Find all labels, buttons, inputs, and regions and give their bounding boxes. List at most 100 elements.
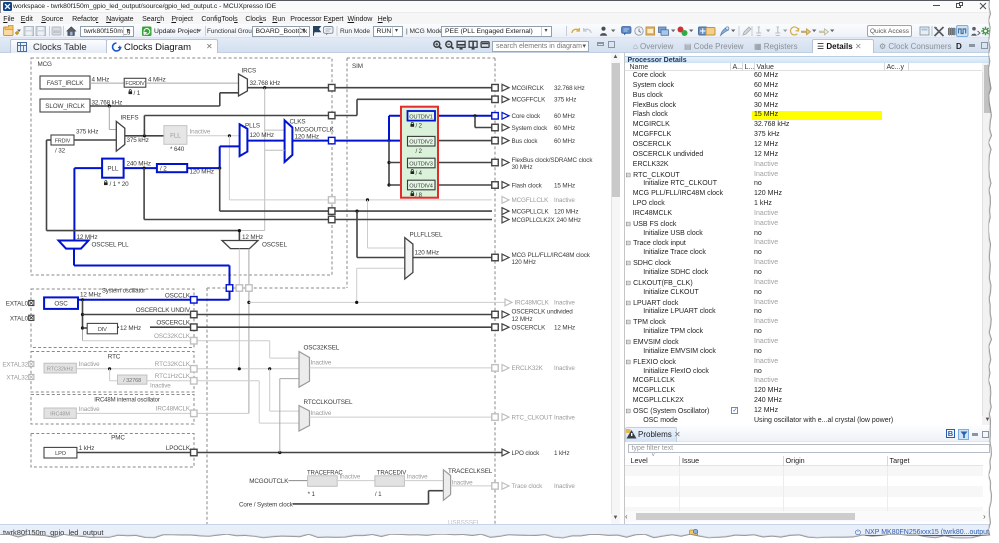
- svg-text:/ 32: / 32: [55, 148, 66, 155]
- svg-text:CLKS: CLKS: [290, 119, 306, 126]
- svg-text:OSC32KCLK: OSC32KCLK: [154, 333, 191, 340]
- svg-text:MCGFLLCLK: MCGFLLCLK: [512, 197, 550, 204]
- svg-text:/ 8: / 8: [416, 193, 423, 199]
- svg-text:XTAL0: XTAL0: [10, 315, 29, 322]
- svg-text:4 MHz: 4 MHz: [92, 77, 110, 84]
- svg-text:PLLFLLSEL: PLLFLLSEL: [410, 232, 443, 239]
- svg-text:RTCCLKOUTSEL: RTCCLKOUTSEL: [304, 399, 353, 406]
- svg-text:/ 4: / 4: [416, 171, 423, 177]
- svg-text:Inactive: Inactive: [311, 410, 332, 417]
- svg-text:15 MHz: 15 MHz: [554, 182, 575, 189]
- svg-text:OSCERCLK UNDIV: OSCERCLK UNDIV: [136, 307, 191, 314]
- svg-text:OUTDIV3: OUTDIV3: [409, 162, 432, 168]
- svg-text:OSCERCLK undivided: OSCERCLK undivided: [512, 309, 574, 316]
- svg-text:1 kHz: 1 kHz: [554, 450, 570, 457]
- svg-text:12 MHz: 12 MHz: [512, 316, 533, 323]
- svg-text:60 MHz: 60 MHz: [554, 113, 575, 120]
- svg-text:EXTAL32: EXTAL32: [2, 362, 28, 369]
- svg-text:/ 1: / 1: [375, 491, 382, 498]
- svg-text:TRACECLKSEL: TRACECLKSEL: [448, 468, 493, 475]
- svg-text:FAST_IRCLK: FAST_IRCLK: [47, 80, 85, 87]
- svg-text:Flash clock: Flash clock: [512, 182, 543, 189]
- svg-text:FCRDIV: FCRDIV: [125, 81, 145, 87]
- svg-text:/ 2: / 2: [416, 149, 423, 155]
- svg-text:MCGOUTCLK: MCGOUTCLK: [249, 478, 289, 485]
- svg-text:OSC: OSC: [54, 300, 68, 307]
- svg-text:XTAL32: XTAL32: [6, 375, 28, 382]
- svg-text:OUTDIV1: OUTDIV1: [409, 114, 432, 120]
- svg-text:60 MHz: 60 MHz: [554, 138, 575, 145]
- svg-text:12 MHz: 12 MHz: [242, 234, 263, 241]
- svg-text:375 kHz: 375 kHz: [554, 97, 576, 104]
- svg-text:FLL: FLL: [170, 133, 181, 140]
- svg-text:OSCCLK: OSCCLK: [165, 293, 191, 300]
- svg-text:System oscillator: System oscillator: [102, 289, 145, 295]
- svg-text:PLL: PLL: [107, 166, 118, 173]
- svg-text:Bus clock: Bus clock: [512, 138, 539, 145]
- svg-text:120 MHz: 120 MHz: [415, 250, 439, 257]
- svg-text:IRC48MCLK: IRC48MCLK: [515, 300, 550, 307]
- svg-text:LPO clock: LPO clock: [512, 450, 541, 457]
- svg-text:RTC1HzCLK: RTC1HzCLK: [155, 373, 191, 380]
- svg-text:Inactive: Inactive: [554, 197, 575, 204]
- svg-text:RTC: RTC: [108, 354, 121, 361]
- svg-text:Inactive: Inactive: [554, 483, 575, 490]
- svg-text:LPOCLK: LPOCLK: [166, 445, 191, 452]
- svg-text:Inactive: Inactive: [340, 473, 361, 480]
- svg-text:12 MHz: 12 MHz: [120, 325, 141, 332]
- svg-text:* 1: * 1: [308, 491, 316, 498]
- svg-text:PLLS: PLLS: [245, 123, 260, 130]
- svg-text:120 MHz: 120 MHz: [250, 132, 274, 139]
- svg-text:240 MHz: 240 MHz: [127, 161, 151, 168]
- svg-text:12 MHz: 12 MHz: [80, 292, 101, 299]
- svg-text:Inactive: Inactive: [554, 300, 575, 307]
- svg-text:120 MHz: 120 MHz: [554, 208, 578, 215]
- svg-text:MCGFFCLK: MCGFFCLK: [512, 97, 547, 104]
- svg-text:LPO: LPO: [55, 451, 67, 457]
- svg-text:120 MHz: 120 MHz: [190, 169, 214, 176]
- svg-text:30 MHz: 30 MHz: [512, 164, 533, 171]
- svg-text:ERCLK32K: ERCLK32K: [512, 365, 544, 372]
- svg-text:MCGPLLCLK: MCGPLLCLK: [512, 208, 550, 215]
- svg-text:32.768 kHz: 32.768 kHz: [554, 85, 585, 92]
- svg-text:RTC32KCLK: RTC32KCLK: [155, 361, 191, 368]
- svg-text:Inactive: Inactive: [79, 361, 100, 368]
- svg-text:FlexBus clock/SDRAMC clock: FlexBus clock/SDRAMC clock: [512, 157, 594, 164]
- svg-text:Inactive: Inactive: [452, 479, 473, 486]
- svg-text:FRDIV: FRDIV: [55, 138, 71, 144]
- svg-text:MCGIRCLK: MCGIRCLK: [512, 85, 545, 92]
- svg-text:System clock: System clock: [512, 125, 549, 132]
- svg-text:RTC32kHz: RTC32kHz: [47, 366, 74, 372]
- svg-text:/ 2: / 2: [416, 124, 423, 130]
- svg-text:RTC_CLKOUT: RTC_CLKOUT: [512, 414, 553, 421]
- svg-text:12 MHz: 12 MHz: [77, 234, 98, 241]
- svg-text:375 kHz: 375 kHz: [76, 129, 98, 136]
- svg-text:OSCERCLK: OSCERCLK: [156, 320, 191, 327]
- svg-text:Inactive: Inactive: [79, 406, 100, 413]
- svg-text:Core / System clock: Core / System clock: [239, 502, 294, 509]
- svg-text:OSCSEL: OSCSEL: [262, 242, 287, 249]
- svg-text:IRCS: IRCS: [242, 68, 257, 75]
- svg-text:Inactive: Inactive: [554, 365, 575, 372]
- svg-text:12 MHz: 12 MHz: [554, 325, 575, 332]
- svg-text:Inactive: Inactive: [190, 129, 211, 136]
- svg-text:MCGOUTCLK: MCGOUTCLK: [295, 127, 335, 134]
- svg-text:60 MHz: 60 MHz: [554, 125, 575, 132]
- svg-text:IRC48M internal oscillator: IRC48M internal oscillator: [94, 398, 160, 404]
- svg-text:IRC48MCLK: IRC48MCLK: [156, 405, 191, 412]
- svg-text:EXTAL0: EXTAL0: [6, 301, 29, 308]
- svg-text:1 kHz: 1 kHz: [79, 445, 95, 452]
- svg-text:OSC32KSEL: OSC32KSEL: [304, 345, 340, 352]
- svg-text:Inactive: Inactive: [554, 414, 575, 421]
- svg-text:4 MHz: 4 MHz: [148, 77, 166, 84]
- svg-text:Inactive: Inactive: [311, 360, 332, 367]
- svg-text:MCGPLLCLK2X: MCGPLLCLK2X: [512, 217, 555, 224]
- svg-text:Core clock: Core clock: [512, 113, 542, 120]
- svg-text:Inactive: Inactive: [407, 473, 428, 480]
- svg-text:* 640: * 640: [170, 146, 185, 153]
- svg-text:/ 1 * 20: / 1 * 20: [110, 181, 130, 188]
- svg-text:/ 2: / 2: [160, 166, 167, 173]
- svg-text:Trace clock: Trace clock: [512, 483, 544, 490]
- svg-text:Inactive: Inactive: [150, 383, 171, 390]
- svg-text:240 MHz: 240 MHz: [557, 217, 581, 224]
